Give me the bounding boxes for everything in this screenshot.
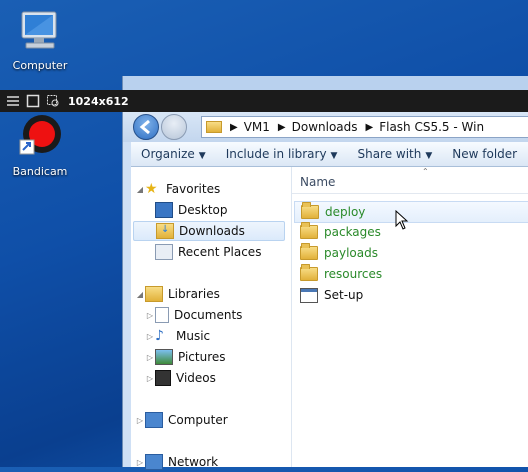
nav-libraries[interactable]: ◢ Libraries xyxy=(135,284,220,304)
chevron-right-icon: ▶ xyxy=(230,121,238,133)
nav-item-videos[interactable]: ▷ Videos xyxy=(145,368,216,388)
recent-places-icon xyxy=(155,244,173,260)
folder-small-icon xyxy=(206,121,222,133)
nav-item-label: Documents xyxy=(174,308,243,322)
desktop-icon xyxy=(155,202,173,218)
column-header-name[interactable]: Name xyxy=(300,175,335,189)
address-row: ▶ VM1 ▶ Downloads ▶ Flash CS5.5 - Win xyxy=(123,112,528,142)
documents-icon xyxy=(155,307,169,323)
breadcrumb-downloads[interactable]: Downloads xyxy=(292,120,358,134)
mouse-cursor-icon xyxy=(395,210,409,230)
folder-icon xyxy=(301,202,319,219)
new-folder-label: New folder xyxy=(452,147,518,161)
expand-arrow-icon[interactable]: ◢ xyxy=(135,185,145,194)
nav-item-documents[interactable]: ▷ Documents xyxy=(145,305,242,325)
dropdown-arrow-icon: ▼ xyxy=(330,151,338,161)
nav-item-label: Videos xyxy=(176,371,216,385)
dropdown-arrow-icon: ▼ xyxy=(198,151,206,161)
desktop-icon-label: Bandicam xyxy=(12,165,68,178)
nav-item-pictures[interactable]: ▷ Pictures xyxy=(145,347,226,367)
computer-icon xyxy=(145,412,163,428)
file-row-setup[interactable]: Set-up xyxy=(294,285,528,305)
organize-button[interactable]: Organize ▼ xyxy=(131,147,216,161)
share-label: Share with xyxy=(357,147,422,161)
computer-icon xyxy=(21,11,57,49)
folder-icon xyxy=(300,222,318,239)
libraries-icon xyxy=(145,286,163,302)
nav-item-desktop[interactable]: Desktop xyxy=(155,200,228,220)
music-icon: ♪ xyxy=(155,328,164,344)
file-row-resources[interactable]: resources xyxy=(294,264,528,284)
nav-network[interactable]: ▷ Network xyxy=(135,452,218,472)
nav-item-label: Desktop xyxy=(178,203,228,217)
file-row-payloads[interactable]: payloads xyxy=(294,243,528,263)
breadcrumb-current[interactable]: Flash CS5.5 - Win xyxy=(379,120,484,134)
chevron-right-icon[interactable]: ▶ xyxy=(366,122,374,133)
nav-favorites-label: Favorites xyxy=(166,182,221,196)
share-with-button[interactable]: Share with ▼ xyxy=(347,147,442,161)
nav-item-label: Music xyxy=(176,329,211,343)
network-icon xyxy=(145,454,163,470)
nav-item-recent-places[interactable]: Recent Places xyxy=(155,242,261,262)
file-name: Set-up xyxy=(324,288,364,302)
desktop-icon-label: Computer xyxy=(12,59,68,72)
expand-arrow-icon[interactable]: ◢ xyxy=(135,290,145,299)
dropdown-arrow-icon: ▼ xyxy=(425,151,433,161)
back-button[interactable] xyxy=(133,114,159,140)
window-titlebar[interactable] xyxy=(123,76,528,90)
folder-icon xyxy=(300,264,318,281)
videos-icon xyxy=(155,370,171,386)
breadcrumb-vm1[interactable]: VM1 xyxy=(244,120,270,134)
navigation-pane: ◢ ★ Favorites Desktop ↓ Downloads Recent… xyxy=(131,167,292,470)
include-label: Include in library xyxy=(225,147,327,161)
nav-item-downloads[interactable]: ↓ Downloads xyxy=(133,221,285,241)
fullscreen-icon[interactable] xyxy=(26,94,40,108)
column-header-row: Name ⌃ xyxy=(292,167,528,194)
collapse-arrow-icon[interactable]: ▷ xyxy=(145,311,155,320)
collapse-arrow-icon[interactable]: ▷ xyxy=(145,353,155,362)
file-name: payloads xyxy=(324,246,378,260)
downloads-folder-icon: ↓ xyxy=(156,223,174,239)
select-region-icon[interactable] xyxy=(46,94,60,108)
menu-icon[interactable] xyxy=(6,94,20,108)
capture-size-readout: 1024x612 xyxy=(68,94,129,108)
recorder-toolbar: 1024x612 xyxy=(0,90,528,112)
collapse-arrow-icon[interactable]: ▷ xyxy=(135,416,145,425)
star-icon: ★ xyxy=(145,181,158,197)
nav-favorites[interactable]: ◢ ★ Favorites xyxy=(135,179,220,199)
forward-button[interactable] xyxy=(161,114,187,140)
collapse-arrow-icon[interactable]: ▷ xyxy=(135,458,145,467)
nav-item-label: Pictures xyxy=(178,350,226,364)
file-name: packages xyxy=(324,225,381,239)
collapse-arrow-icon[interactable]: ▷ xyxy=(145,332,155,341)
pictures-icon xyxy=(155,349,173,365)
sort-up-icon: ⌃ xyxy=(422,167,429,176)
file-list-pane: Name ⌃ deploy packages payloads resource… xyxy=(292,167,528,467)
file-row-packages[interactable]: packages xyxy=(294,222,528,242)
organize-label: Organize xyxy=(141,147,195,161)
nav-computer[interactable]: ▷ Computer xyxy=(135,410,228,430)
bandicam-icon xyxy=(19,115,61,155)
application-icon xyxy=(300,287,318,303)
new-folder-button[interactable]: New folder xyxy=(442,147,527,161)
nav-item-music[interactable]: ▷ ♪ Music xyxy=(145,326,210,346)
command-bar: Organize ▼ Include in library ▼ Share with… xyxy=(131,142,528,167)
folder-icon xyxy=(300,243,318,260)
collapse-arrow-icon[interactable]: ▷ xyxy=(145,374,155,383)
back-arrow-icon xyxy=(139,119,150,135)
nav-computer-label: Computer xyxy=(168,413,228,427)
desktop-icon-computer[interactable]: Computer xyxy=(0,8,80,72)
file-row-deploy[interactable]: deploy xyxy=(294,201,528,223)
explorer-window: ▶ VM1 ▶ Downloads ▶ Flash CS5.5 - Win Or… xyxy=(122,76,528,470)
file-name: deploy xyxy=(325,205,366,219)
address-bar[interactable]: ▶ VM1 ▶ Downloads ▶ Flash CS5.5 - Win xyxy=(201,116,528,138)
file-name: resources xyxy=(324,267,383,281)
nav-item-label: Recent Places xyxy=(178,245,262,259)
desktop-icon-bandicam[interactable]: Bandicam xyxy=(0,114,80,178)
nav-item-label: Downloads xyxy=(179,224,245,238)
include-in-library-button[interactable]: Include in library ▼ xyxy=(216,147,348,161)
chevron-right-icon[interactable]: ▶ xyxy=(278,122,286,133)
nav-libraries-label: Libraries xyxy=(168,287,220,301)
